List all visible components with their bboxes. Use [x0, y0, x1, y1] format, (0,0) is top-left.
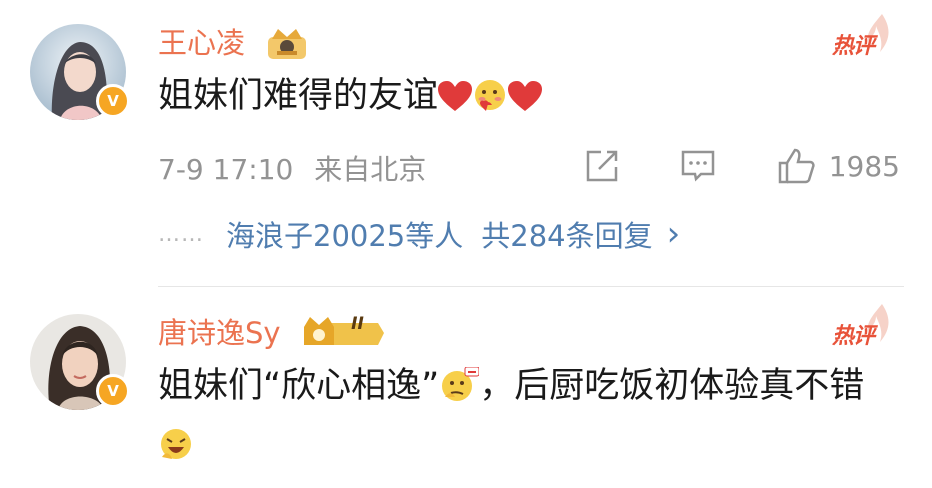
comment-meta: 7-9 17:10 来自北京	[158, 148, 426, 188]
content-text: 姐妹们难得的友谊	[158, 76, 439, 116]
verified-icon: V	[96, 374, 130, 408]
badge-level-text: II	[351, 314, 364, 334]
replies-summary[interactable]: …… 海浪子20025等人 共284条回复 ›	[158, 210, 906, 258]
content-text: 姐妹们“欣心相逸”	[158, 366, 440, 406]
chevron-right-icon[interactable]: ›	[667, 217, 681, 251]
avatar[interactable]: V	[30, 24, 130, 120]
username[interactable]: 王心凌	[158, 20, 310, 62]
comment-icon	[681, 150, 714, 182]
hot-label: 热评	[832, 34, 875, 59]
heart-icon	[508, 81, 543, 111]
share-button[interactable]	[583, 147, 621, 185]
divider	[158, 286, 904, 287]
comment-actions: 1985	[583, 146, 900, 186]
comment-content: 姐妹们“欣心相逸” ，后厨吃饭初体验真不错	[158, 356, 888, 476]
content-text: ，后厨吃饭初体验真不错	[479, 366, 865, 406]
verified-icon: V	[96, 84, 130, 118]
comment-content: 姐妹们难得的友谊	[158, 66, 878, 126]
replies-dots: ……	[158, 221, 204, 247]
replies-names[interactable]: 海浪子20025等人	[226, 213, 463, 255]
replies-count[interactable]: 共284条回复	[481, 213, 652, 255]
username-text[interactable]: 王心凌	[158, 26, 245, 60]
thinking-emoji-icon	[442, 367, 480, 401]
comment-item: V 王心凌 热评 姐妹们难得的友谊 7-9 17:10 来自北京 1985 ………	[0, 0, 932, 282]
username-text[interactable]: 唐诗逸Sy	[158, 316, 281, 350]
blush-emoji-icon	[475, 80, 506, 111]
reply-button[interactable]	[679, 147, 717, 185]
comment-source: 来自北京	[314, 153, 427, 186]
heart-icon	[438, 81, 473, 111]
hot-label: 热评	[832, 324, 875, 349]
hot-comment-badge: 热评	[832, 12, 896, 62]
comment-time: 7-9 17:10	[158, 153, 294, 186]
username[interactable]: 唐诗逸Sy II	[158, 310, 386, 352]
haha-emoji-icon	[161, 429, 191, 459]
share-icon	[586, 150, 617, 182]
like-button[interactable]: 1985	[777, 146, 900, 186]
avatar[interactable]: V	[30, 314, 130, 410]
like-count: 1985	[828, 149, 900, 183]
crown-level-badge-icon	[303, 317, 384, 345]
comment-item: V 唐诗逸Sy II 热评 姐妹们“欣心相逸” ，后厨吃饭初体验真不错	[0, 288, 932, 488]
like-icon	[778, 148, 815, 184]
hot-comment-badge: 热评	[832, 302, 896, 352]
crown-badge-icon	[268, 29, 307, 59]
